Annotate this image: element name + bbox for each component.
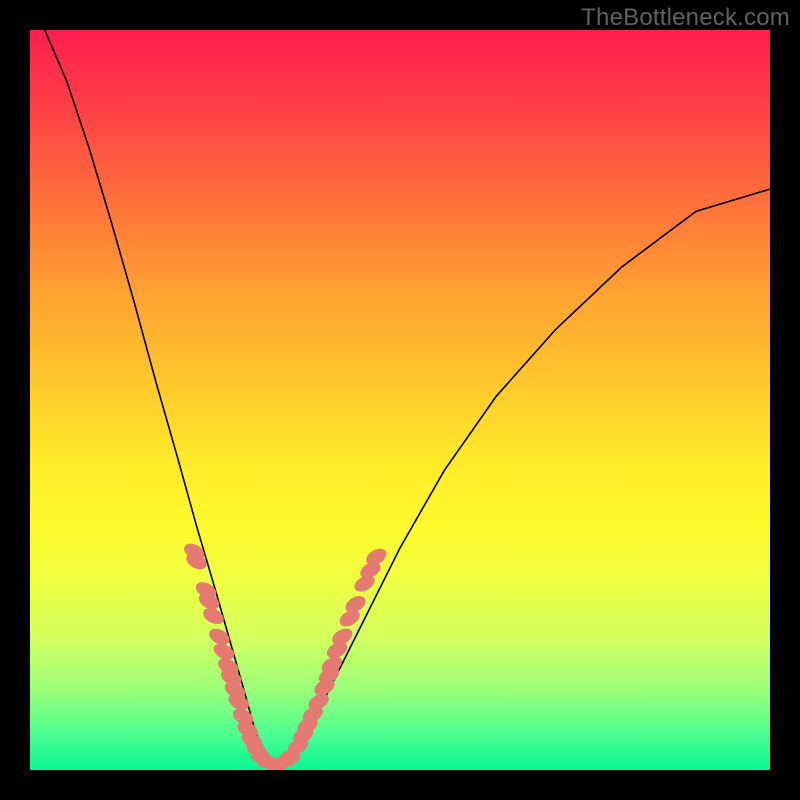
marker-group: [181, 540, 389, 770]
chart-svg: [30, 30, 770, 770]
plot-area: [30, 30, 770, 770]
watermark-text: TheBottleneck.com: [581, 4, 790, 32]
chart-frame: TheBottleneck.com: [0, 0, 800, 800]
bottleneck-curve: [45, 30, 770, 763]
